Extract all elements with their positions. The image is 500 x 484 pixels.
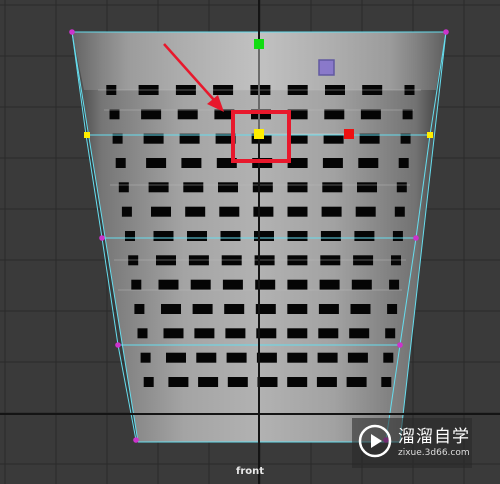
cup-hole bbox=[360, 109, 381, 120]
cup-hole bbox=[192, 304, 213, 314]
watermark-url: zixue.3d66.com bbox=[398, 448, 470, 458]
cup-hole bbox=[287, 182, 308, 193]
cup-hole bbox=[163, 328, 184, 339]
mesh-vertex bbox=[115, 342, 121, 348]
mesh-vertex bbox=[69, 29, 75, 35]
cup-hole bbox=[177, 109, 198, 120]
watermark-title: 溜溜自学 bbox=[398, 427, 470, 447]
cup-hole bbox=[187, 231, 207, 241]
mesh-vertex bbox=[397, 342, 403, 348]
cup-hole bbox=[392, 231, 403, 241]
cup-hole bbox=[396, 182, 407, 193]
cup-hole bbox=[125, 231, 135, 241]
mesh-vertex bbox=[413, 235, 419, 241]
cup-hole bbox=[161, 304, 181, 314]
cup-hole bbox=[153, 231, 174, 241]
cup-hole bbox=[287, 304, 308, 314]
cup-hole bbox=[385, 328, 396, 339]
cup-hole bbox=[324, 109, 345, 120]
cup-hole bbox=[358, 158, 379, 168]
cup-hole bbox=[381, 377, 392, 387]
cup-hole bbox=[151, 206, 171, 217]
cup-hole bbox=[198, 377, 219, 387]
cup-hole bbox=[318, 328, 339, 339]
cup-hole bbox=[287, 377, 308, 387]
cup-hole bbox=[225, 328, 246, 339]
cup-hole bbox=[141, 109, 162, 120]
z-axis-handle bbox=[318, 59, 335, 76]
cup-hole bbox=[316, 377, 337, 387]
cup-hole bbox=[115, 158, 126, 168]
cup-hole bbox=[357, 182, 377, 193]
cup-hole bbox=[146, 158, 167, 168]
cup-hole bbox=[350, 304, 371, 314]
cup-hole bbox=[321, 206, 342, 217]
cup-hole bbox=[131, 279, 142, 290]
cup-hole bbox=[355, 206, 376, 217]
cup-hole bbox=[347, 352, 368, 363]
cup-hole bbox=[320, 231, 341, 241]
cup-hole bbox=[287, 206, 308, 217]
viewport-scene[interactable] bbox=[0, 0, 500, 484]
cup-hole bbox=[402, 109, 413, 120]
cup-hole bbox=[168, 377, 189, 387]
cup-hole bbox=[287, 279, 308, 290]
cup-hole bbox=[224, 304, 245, 314]
cup-hole bbox=[227, 377, 248, 387]
cup-hole bbox=[137, 328, 148, 339]
cup-hole bbox=[185, 206, 206, 217]
mesh-vertex bbox=[133, 437, 139, 443]
cup-hole bbox=[318, 304, 339, 314]
mesh-vertex bbox=[443, 29, 449, 35]
cup-hole bbox=[322, 158, 343, 168]
cup-hole bbox=[226, 352, 247, 363]
cup-hole bbox=[319, 279, 340, 290]
cup-hole bbox=[183, 182, 204, 193]
cup-hole bbox=[349, 328, 370, 339]
cup-hole bbox=[219, 206, 240, 217]
cup-hole bbox=[148, 182, 169, 193]
cup-hole bbox=[134, 304, 145, 314]
cup-hole bbox=[118, 182, 129, 193]
cup-hole bbox=[346, 377, 367, 387]
y-axis-handle bbox=[254, 39, 264, 49]
cup-hole bbox=[287, 328, 308, 339]
cup-hole bbox=[387, 304, 398, 314]
cup-hole bbox=[398, 158, 409, 168]
center-handle bbox=[254, 129, 264, 139]
cup-hole bbox=[140, 352, 151, 363]
play-icon bbox=[358, 424, 392, 458]
cup-hole bbox=[351, 279, 372, 290]
cup-hole bbox=[287, 231, 308, 241]
cup-hole bbox=[109, 109, 120, 120]
cup-hole bbox=[196, 352, 217, 363]
cup-hole bbox=[253, 206, 274, 217]
cup-hole bbox=[389, 279, 400, 290]
cup-hole bbox=[322, 182, 343, 193]
cup-hole bbox=[222, 279, 243, 290]
cup-hole bbox=[121, 206, 132, 217]
cup-hole bbox=[218, 182, 238, 193]
selected-vertex bbox=[427, 132, 433, 138]
maya-front-viewport[interactable]: front 溜溜自学 zixue.3d66.com bbox=[0, 0, 500, 484]
cup-hole bbox=[143, 377, 154, 387]
cup-hole bbox=[158, 279, 179, 290]
cup-hole bbox=[257, 377, 278, 387]
cup-hole bbox=[190, 279, 211, 290]
cup-hole bbox=[166, 352, 186, 363]
cup-hole bbox=[383, 352, 394, 363]
cup-hole bbox=[220, 231, 241, 241]
cup-hole bbox=[194, 328, 215, 339]
cup-hole bbox=[287, 352, 308, 363]
mesh-vertex bbox=[99, 235, 105, 241]
cup-hole bbox=[394, 206, 405, 217]
watermark: 溜溜自学 zixue.3d66.com bbox=[352, 418, 472, 468]
cup-hole bbox=[254, 231, 274, 241]
cup-hole bbox=[317, 352, 338, 363]
cup-hole bbox=[252, 182, 273, 193]
x-axis-handle bbox=[344, 129, 354, 139]
cup-hole bbox=[181, 158, 202, 168]
selected-vertex bbox=[84, 132, 90, 138]
cup-hole bbox=[354, 231, 375, 241]
